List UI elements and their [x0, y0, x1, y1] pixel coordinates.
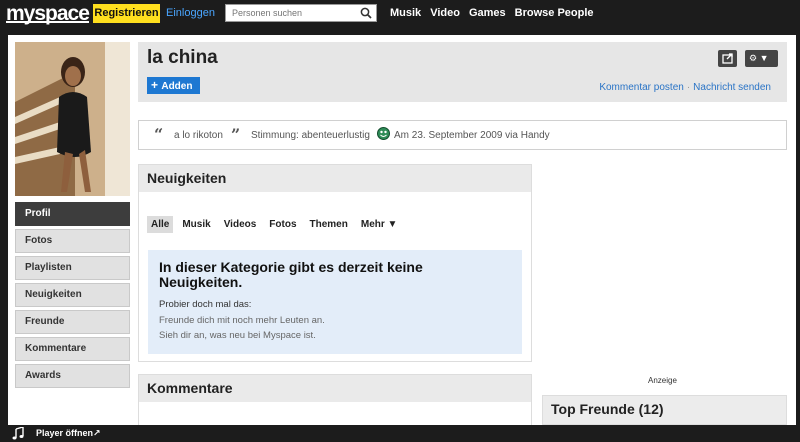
ad-label: Anzeige	[648, 376, 677, 385]
settings-dropdown-button[interactable]: ⚙ ▼	[745, 50, 778, 67]
open-player-link[interactable]: Player öffnen↗	[36, 428, 101, 439]
profile-name: la china	[147, 47, 218, 68]
tab-musik[interactable]: Musik	[178, 216, 214, 233]
send-message-link[interactable]: Nachricht senden	[693, 82, 771, 93]
nav-browse-people[interactable]: Browse People	[515, 7, 594, 19]
comments-title: Kommentare	[139, 375, 531, 402]
tab-videos[interactable]: Videos	[220, 216, 261, 233]
open-quote-icon: “	[154, 125, 164, 144]
empty-news-box: In dieser Kategorie gibt es derzeit kein…	[148, 250, 522, 354]
news-title: Neuigkeiten	[139, 165, 531, 192]
sidebar-item-fotos[interactable]: Fotos	[15, 229, 130, 253]
post-comment-link[interactable]: Kommentar posten	[599, 82, 684, 93]
myspace-logo[interactable]: myspace	[6, 2, 90, 26]
player-bar[interactable]: Player öffnen↗	[0, 425, 800, 442]
nav-video[interactable]: Video	[430, 7, 460, 19]
tab-themen[interactable]: Themen	[306, 216, 352, 233]
status-bar: “ a lo rikoton ” Stimmung: abenteuerlust…	[138, 120, 787, 150]
separator: ·	[686, 82, 691, 93]
main-nav: Musik Video Games Browse People	[390, 7, 603, 19]
share-icon	[722, 53, 733, 64]
search-icon[interactable]	[360, 7, 372, 19]
top-friends-title: Top Freunde (12)	[542, 395, 787, 425]
plus-icon: +	[151, 78, 162, 92]
mood-icon	[377, 127, 390, 140]
sidebar-item-profil[interactable]: Profil	[15, 202, 130, 226]
nav-musik[interactable]: Musik	[390, 7, 421, 19]
sidebar-item-kommentare[interactable]: Kommentare	[15, 337, 130, 361]
music-note-icon	[12, 427, 24, 440]
gear-icon: ⚙	[749, 53, 758, 63]
tab-mehr[interactable]: Mehr ▼	[357, 216, 402, 233]
empty-news-hint: Probier doch mal das:	[159, 299, 252, 310]
sidebar-item-awards[interactable]: Awards	[15, 364, 130, 388]
sidebar-item-neuigkeiten[interactable]: Neuigkeiten	[15, 283, 130, 307]
status-text: a lo rikoton	[174, 130, 223, 141]
profile-photo[interactable]	[15, 42, 130, 196]
search-box[interactable]	[225, 4, 377, 22]
news-panel: Neuigkeiten Alle Musik Videos Fotos Them…	[138, 164, 532, 362]
whats-new-link[interactable]: Sieh dir an, was neu bei Myspace ist.	[159, 330, 316, 341]
profile-sidebar-nav: Profil Fotos Playlisten Neuigkeiten Freu…	[15, 202, 130, 391]
find-friends-link[interactable]: Freunde dich mit noch mehr Leuten an.	[159, 315, 325, 326]
status-date: Am 23. September 2009 via Handy	[394, 130, 550, 141]
tab-alle[interactable]: Alle	[147, 216, 174, 233]
profile-header: la china + Adden ⚙ ▼ Kommentar posten · Na…	[138, 42, 787, 102]
chevron-down-icon: ▼	[759, 53, 769, 63]
profile-actions: Kommentar posten · Nachricht senden	[599, 82, 771, 93]
share-button[interactable]	[718, 50, 737, 67]
tab-fotos[interactable]: Fotos	[265, 216, 300, 233]
sidebar-item-freunde[interactable]: Freunde	[15, 310, 130, 334]
sidebar-item-playlisten[interactable]: Playlisten	[15, 256, 130, 280]
add-friend-button[interactable]: + Adden	[147, 77, 200, 94]
empty-news-title: In dieser Kategorie gibt es derzeit kein…	[159, 259, 423, 290]
search-input[interactable]	[226, 5, 354, 21]
register-button[interactable]: Registrieren	[93, 4, 160, 23]
add-label: Adden	[161, 81, 193, 92]
top-bar: myspace Registrieren Einloggen Musik Vid…	[0, 0, 800, 30]
nav-games[interactable]: Games	[469, 7, 506, 19]
news-filter-tabs: Alle Musik Videos Fotos Themen Mehr ▼	[147, 216, 406, 233]
comments-panel: Kommentare	[138, 374, 532, 425]
status-mood: Stimmung: abenteuerlustig	[251, 130, 370, 141]
profile-page: Profil Fotos Playlisten Neuigkeiten Freu…	[8, 35, 796, 425]
close-quote-icon: ”	[231, 125, 241, 144]
login-link[interactable]: Einloggen	[166, 7, 215, 19]
